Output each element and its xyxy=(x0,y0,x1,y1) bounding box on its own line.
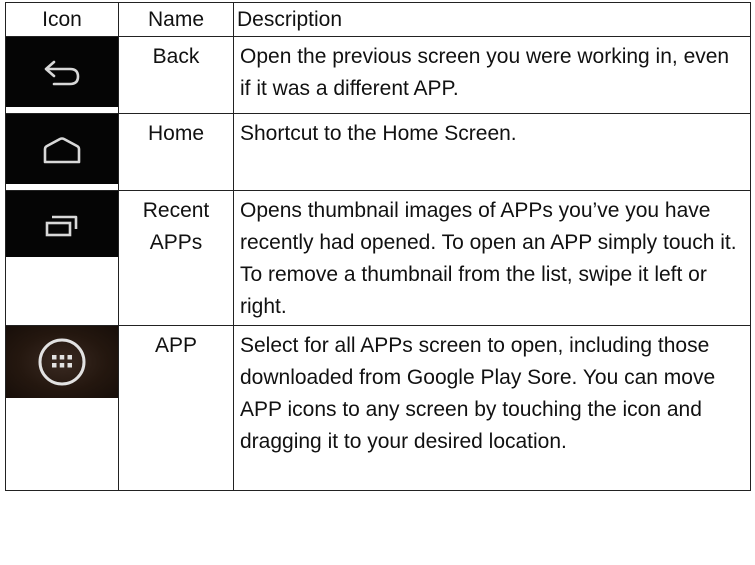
row-name-line-1: Recent xyxy=(142,199,210,222)
icon-cell xyxy=(5,113,119,191)
table-row-home: Home Shortcut to the Home Screen. xyxy=(5,113,751,191)
app-drawer-icon xyxy=(6,326,118,398)
table-row-back: Back Open the previous screen you were w… xyxy=(5,36,751,114)
row-name-line-2: APPs xyxy=(149,231,203,254)
row-name: APP xyxy=(118,325,234,491)
table-row-recent-apps: Recent APPs Opens thumbnail images of AP… xyxy=(5,190,751,326)
home-icon xyxy=(6,114,118,184)
row-description: Opens thumbnail images of APPs you’ve yo… xyxy=(233,190,751,326)
header-description: Description xyxy=(233,2,751,37)
row-description: Select for all APPs screen to open, incl… xyxy=(233,325,751,491)
back-arrow-icon xyxy=(6,37,118,107)
row-description: Open the previous screen you were workin… xyxy=(233,36,751,114)
table-header-row: Icon Name Description xyxy=(5,2,751,37)
icon-cell xyxy=(5,325,119,491)
header-icon: Icon xyxy=(5,2,119,37)
table-row-app: APP Select for all APPs screen to open, … xyxy=(5,325,751,491)
row-name: Home xyxy=(118,113,234,191)
navigation-buttons-table: Icon Name Description Back Open the prev… xyxy=(5,2,751,491)
row-name: Back xyxy=(118,36,234,114)
icon-cell xyxy=(5,36,119,114)
row-name: Recent APPs xyxy=(118,190,234,326)
recent-apps-icon xyxy=(6,191,118,257)
icon-cell xyxy=(5,190,119,326)
row-description: Shortcut to the Home Screen. xyxy=(233,113,751,191)
header-name: Name xyxy=(118,2,234,37)
